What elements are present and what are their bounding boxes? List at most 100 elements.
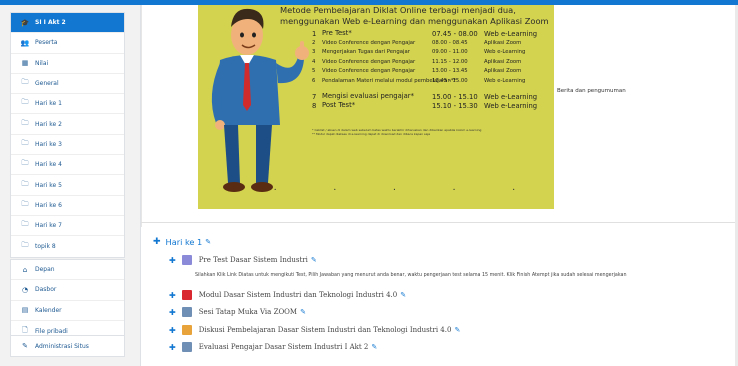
edit-pencil-icon[interactable]: ✎ — [400, 291, 406, 299]
move-section-icon[interactable]: ✚ — [153, 237, 161, 247]
sidebar-item[interactable]: 🗀 Hari ke 5 — [11, 175, 124, 196]
sidebar-item[interactable]: ◔ Dasbor — [11, 280, 124, 301]
forum-icon — [181, 325, 192, 335]
schedule-num: 6 — [312, 77, 316, 84]
schedule-activity: Pre Test* — [322, 29, 352, 37]
sidebar-item-label: Hari ke 1 — [35, 100, 62, 108]
edit-pencil-icon[interactable]: ✎ — [205, 238, 211, 246]
sidebar-item-label: General — [35, 80, 59, 88]
sidebar-group: ✎ Administrasi Situs — [10, 335, 125, 358]
sidebar-item[interactable]: 👥 Peserta — [11, 33, 124, 54]
pdf-icon — [181, 290, 192, 300]
sidebar-item[interactable]: 🗀 Hari ke 4 — [11, 155, 124, 176]
sidebar-item-label: Hari ke 2 — [35, 120, 62, 128]
schedule-time: 08.00 - 08.45 — [432, 39, 468, 46]
move-activity-icon[interactable]: ✚ — [169, 291, 176, 300]
sidebar-item[interactable]: 🗀 Hari ke 6 — [11, 196, 124, 216]
poster-dots: • • • • • — [274, 187, 543, 192]
folder-icon: 🗀 — [21, 118, 29, 127]
dashboard-icon: ◔ — [21, 285, 29, 294]
activity-link[interactable]: Sesi Tatap Muka Via ZOOM — [199, 308, 297, 316]
activity-link[interactable]: Pre Test Dasar Sistem Industri — [199, 256, 308, 264]
sidebar-item[interactable]: 🗀 General — [11, 74, 124, 95]
schedule-mode: Aplikasi Zoom — [484, 68, 522, 74]
sidebar-item[interactable]: ▦ Nilai — [11, 54, 124, 74]
sidebar-group: 🎓 SI I Akt 2 👥 Peserta ▦ Nilai 🗀 General 🗀 Hari k… — [10, 12, 125, 258]
content-divider — [141, 5, 142, 227]
poster-title-line2: menggunakan Web e-Learning dan menggunak… — [280, 15, 549, 26]
sidebar-item[interactable]: 🗀 Hari ke 1 — [11, 94, 124, 115]
poster-footnote-2: ** Modul dapat diakses di e-learning dap… — [312, 132, 431, 136]
sidebar-item[interactable]: 🗀 topik 8 — [11, 236, 124, 256]
activity-link[interactable]: Evaluasi Pengajar Dasar Sistem Industri … — [199, 343, 369, 351]
sidebar-item-label: Hari ke 6 — [35, 201, 62, 209]
schedule-mode: Web e-Learning — [484, 102, 538, 110]
folder-icon: 🗀 — [21, 159, 29, 168]
schedule-activity: Mengerjakan Tugas dari Pengajar — [322, 49, 410, 55]
sidebar-item[interactable]: ⌂ Depan — [11, 260, 124, 281]
schedule-num: 7 — [312, 92, 317, 101]
sidebar-item-label: Peserta — [35, 39, 58, 47]
sidebar-item[interactable]: 🗀 Hari ke 7 — [11, 216, 124, 237]
schedule-num: 3 — [312, 49, 316, 55]
activity-item[interactable]: ✚ Diskusi Pembelajaran Dasar Sistem Indus… — [169, 325, 460, 335]
schedule-row: 4 Video Conference dengan Pengajar 11.15 -… — [312, 59, 552, 69]
schedule-row: 2 Video Conference dengan Pengajar 08.00 -… — [312, 40, 552, 50]
move-activity-icon[interactable]: ✚ — [169, 256, 176, 265]
schedule-time: 13.00 - 13.45 — [432, 68, 468, 74]
schedule-activity: Video Conference dengan Pengajar — [322, 68, 416, 74]
activity-description: Silahkan Klik Link Diatas untuk mengikut… — [195, 273, 627, 278]
section-title[interactable]: Hari ke 1 — [166, 237, 203, 247]
graduation-cap-icon: 🎓 — [20, 18, 30, 27]
sidebar-item[interactable]: 🗀 Hari ke 3 — [11, 135, 124, 156]
news-forum-link[interactable]: Berita dan pengumuman — [557, 88, 626, 94]
activity-item[interactable]: ✚ Sesi Tatap Muka Via ZOOM ✎ — [169, 307, 306, 317]
sidebar-item-label: Administrasi Situs — [35, 342, 89, 350]
sidebar-item-label: topik 8 — [35, 242, 56, 250]
activity-link[interactable]: Diskusi Pembelajaran Dasar Sistem Indust… — [199, 326, 452, 334]
sidebar-item[interactable]: 🎓 SI I Akt 2 — [11, 13, 124, 34]
sidebar-item[interactable]: 🗀 Hari ke 2 — [11, 114, 124, 135]
edit-pencil-icon[interactable]: ✎ — [371, 343, 377, 351]
schedule-time: 15.10 - 15.30 — [432, 102, 478, 110]
url-icon — [181, 307, 192, 317]
schedule-table: 1 Pre Test* 07.45 - 08.00 Web e-Learning 2 Vi… — [312, 30, 552, 112]
edit-pencil-icon[interactable]: ✎ — [311, 256, 317, 264]
table-icon: ▦ — [21, 59, 29, 68]
schedule-num: 5 — [312, 68, 316, 74]
poster-footnotes: * Ceklist / absen di dalam web sebelum b… — [312, 128, 552, 136]
schedule-num: 4 — [312, 58, 316, 65]
edit-pencil-icon[interactable]: ✎ — [300, 308, 306, 316]
activity-item[interactable]: ✚ Pre Test Dasar Sistem Industri ✎ — [169, 255, 317, 265]
schedule-activity: Video Conference dengan Pengajar — [322, 58, 416, 65]
sidebar-item-label: Hari ke 7 — [35, 222, 62, 230]
activity-item[interactable]: ✚ Modul Dasar Sistem Industri dan Teknolo… — [169, 290, 406, 300]
course-nav-drawer: 🎓 SI I Akt 2 👥 Peserta ▦ Nilai 🗀 General 🗀 Hari k… — [0, 5, 136, 366]
sidebar-item-label: Nilai — [35, 59, 49, 67]
schedule-num: 2 — [312, 39, 316, 46]
schedule-time: 13.45 - 15.00 — [432, 77, 468, 84]
sidebar-item[interactable]: ▤ Kalender — [11, 301, 124, 321]
sidebar-item[interactable]: ✎ Administrasi Situs — [11, 336, 124, 356]
activity-item[interactable]: ✚ Evaluasi Pengajar Dasar Sistem Industri… — [169, 342, 377, 352]
schedule-mode: Web e-Learning — [484, 30, 538, 38]
schedule-time: 07.45 - 08.00 — [432, 30, 478, 38]
schedule-mode: Web e-Learning — [484, 77, 526, 84]
move-activity-icon[interactable]: ✚ — [169, 343, 176, 352]
schedule-mode: Web e-Learning — [484, 49, 526, 55]
move-activity-icon[interactable]: ✚ — [169, 308, 176, 317]
section-header: ✚ Hari ke 1 ✎ — [153, 237, 211, 247]
sidebar-item-label: Kalender — [35, 306, 62, 314]
schedule-time: 15.00 - 15.10 — [432, 92, 478, 101]
activity-link[interactable]: Modul Dasar Sistem Industri dan Teknolog… — [199, 291, 398, 299]
folder-icon: 🗀 — [21, 138, 29, 147]
sidebar-item-label: Hari ke 4 — [35, 161, 62, 169]
edit-pencil-icon[interactable]: ✎ — [454, 326, 460, 334]
section-divider — [141, 222, 738, 223]
folder-icon: 🗀 — [21, 199, 29, 208]
folder-icon: 🗀 — [21, 78, 29, 87]
sidebar-item-label: File pribadi — [35, 327, 68, 335]
move-activity-icon[interactable]: ✚ — [169, 326, 176, 335]
calendar-icon: ▤ — [21, 306, 29, 315]
poster-title: Metode Pembelajaran Diklat Online terbag… — [280, 5, 550, 26]
